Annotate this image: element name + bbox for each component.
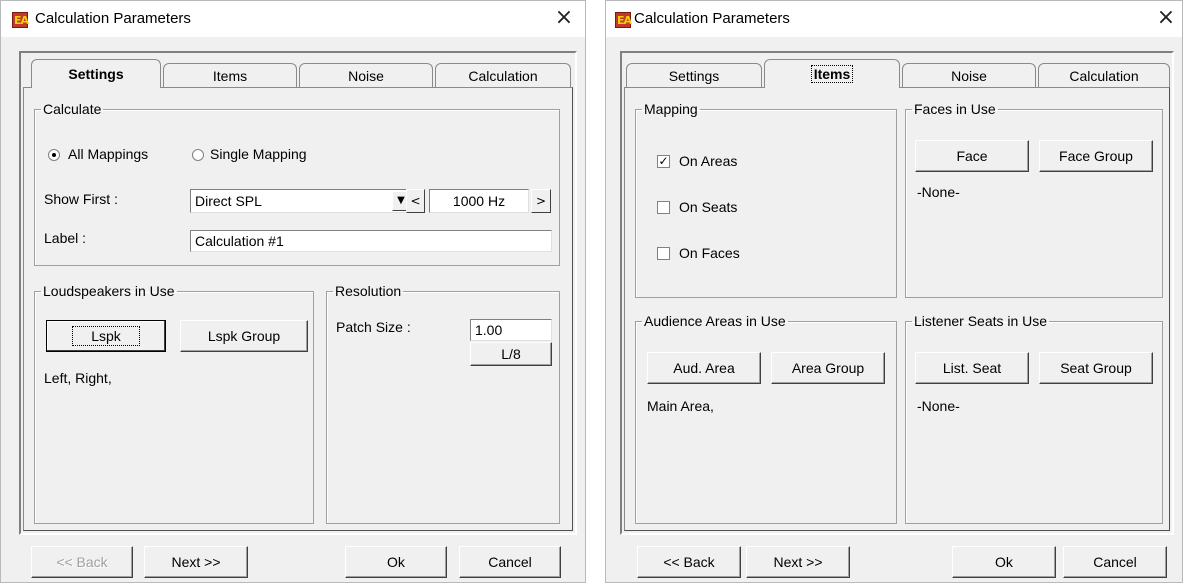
tab-items[interactable]: Items: [163, 63, 297, 88]
aud-area-button[interactable]: Aud. Area: [647, 352, 761, 384]
on-areas-checkbox[interactable]: ✓: [657, 155, 670, 168]
audience-group: Audience Areas in Use: [635, 314, 897, 524]
loudspeakers-legend: Loudspeakers in Use: [43, 283, 175, 299]
tab-page-settings: Calculate All Mappings Single Mapping Sh…: [23, 87, 573, 531]
close-icon[interactable]: ×: [1151, 4, 1181, 34]
tab-settings-label: Settings: [68, 66, 124, 82]
mapping-group: Mapping: [635, 102, 897, 298]
cancel-button[interactable]: Cancel: [459, 546, 561, 578]
resolution-legend: Resolution: [335, 283, 402, 299]
on-seats-label[interactable]: On Seats: [679, 199, 737, 215]
chevron-left-icon[interactable]: <: [406, 189, 425, 213]
label-input[interactable]: Calculation #1: [190, 230, 552, 252]
back-button[interactable]: << Back: [31, 546, 133, 578]
on-faces-label[interactable]: On Faces: [679, 245, 740, 261]
app-logo-icon: EA: [615, 12, 632, 28]
tab-items[interactable]: Items: [764, 59, 900, 88]
listeners-legend: Listener Seats in Use: [914, 313, 1048, 329]
listeners-group: Listener Seats in Use: [905, 314, 1163, 524]
area-group-button[interactable]: Area Group: [771, 352, 885, 384]
calculate-legend: Calculate: [43, 101, 102, 117]
tab-settings[interactable]: Settings: [31, 59, 161, 88]
show-first-label: Show First :: [44, 191, 118, 207]
single-mapping-label[interactable]: Single Mapping: [210, 146, 307, 162]
tab-settings[interactable]: Settings: [626, 63, 762, 88]
chevron-right-icon[interactable]: >: [531, 189, 551, 213]
tab-noise[interactable]: Noise: [902, 63, 1036, 88]
frequency-value: 1000 Hz: [452, 193, 506, 209]
dialog-body: Settings Items Noise Calculation Calcula…: [19, 51, 577, 535]
patch-size-label: Patch Size :: [336, 319, 411, 335]
single-mapping-radio[interactable]: [192, 149, 204, 161]
back-button[interactable]: << Back: [637, 546, 741, 578]
app-logo-icon: EA: [12, 12, 29, 28]
on-faces-checkbox[interactable]: [657, 247, 670, 260]
window-title: Calculation Parameters: [634, 10, 790, 27]
list-seat-button[interactable]: List. Seat: [915, 352, 1029, 384]
tab-noise-label: Noise: [348, 68, 384, 84]
mapping-legend: Mapping: [644, 101, 698, 117]
audience-legend: Audience Areas in Use: [644, 313, 786, 329]
frequency-field[interactable]: 1000 Hz: [429, 189, 529, 213]
all-mappings-label[interactable]: All Mappings: [68, 146, 148, 162]
show-first-value: Direct SPL: [195, 193, 262, 209]
faces-list: -None-: [917, 184, 960, 200]
close-icon[interactable]: ×: [549, 4, 579, 34]
faces-group: Faces in Use: [905, 102, 1163, 298]
tab-noise[interactable]: Noise: [299, 63, 433, 88]
tab-items-label: Items: [810, 65, 854, 83]
tab-calculation-label: Calculation: [468, 68, 538, 84]
ok-button[interactable]: Ok: [952, 546, 1056, 578]
loudspeakers-list: Left, Right,: [44, 370, 112, 386]
listeners-list: -None-: [917, 398, 960, 414]
window-title: Calculation Parameters: [35, 10, 191, 27]
audience-list: Main Area,: [647, 398, 714, 414]
all-mappings-radio[interactable]: [48, 149, 60, 161]
tab-calculation[interactable]: Calculation: [1038, 63, 1170, 88]
patch-size-input[interactable]: 1.00: [470, 319, 552, 341]
face-button[interactable]: Face: [915, 140, 1029, 172]
l8-button[interactable]: L/8: [470, 342, 552, 366]
tab-settings-label: Settings: [668, 68, 720, 84]
faces-legend: Faces in Use: [914, 101, 996, 117]
on-areas-label[interactable]: On Areas: [679, 153, 737, 169]
cancel-button[interactable]: Cancel: [1063, 546, 1167, 578]
right-dialog: EA Calculation Parameters × Settings Ite…: [605, 0, 1183, 583]
tab-page-items: Mapping ✓ On Areas On Seats On Faces Fac…: [624, 87, 1170, 531]
tab-calculation-label: Calculation: [1069, 68, 1139, 84]
tab-calculation[interactable]: Calculation: [435, 63, 571, 88]
show-first-select[interactable]: Direct SPL: [190, 189, 412, 213]
dialog-body: Settings Items Noise Calculation Mapping…: [620, 51, 1174, 535]
title-bar: EA Calculation Parameters ×: [1, 1, 585, 37]
tab-noise-label: Noise: [951, 68, 987, 84]
next-button[interactable]: Next >>: [746, 546, 850, 578]
lspk-group-button[interactable]: Lspk Group: [180, 320, 308, 352]
tab-items-label: Items: [212, 68, 248, 84]
on-seats-checkbox[interactable]: [657, 201, 670, 214]
next-button[interactable]: Next >>: [144, 546, 248, 578]
seat-group-button[interactable]: Seat Group: [1039, 352, 1153, 384]
lspk-button-label: Lspk: [72, 326, 140, 346]
label-label: Label :: [44, 230, 87, 246]
lspk-button[interactable]: Lspk: [46, 320, 166, 352]
ok-button[interactable]: Ok: [345, 546, 447, 578]
title-bar: EA Calculation Parameters ×: [606, 1, 1182, 37]
face-group-button[interactable]: Face Group: [1039, 140, 1153, 172]
left-dialog: EA Calculation Parameters × Settings Ite…: [0, 0, 586, 583]
